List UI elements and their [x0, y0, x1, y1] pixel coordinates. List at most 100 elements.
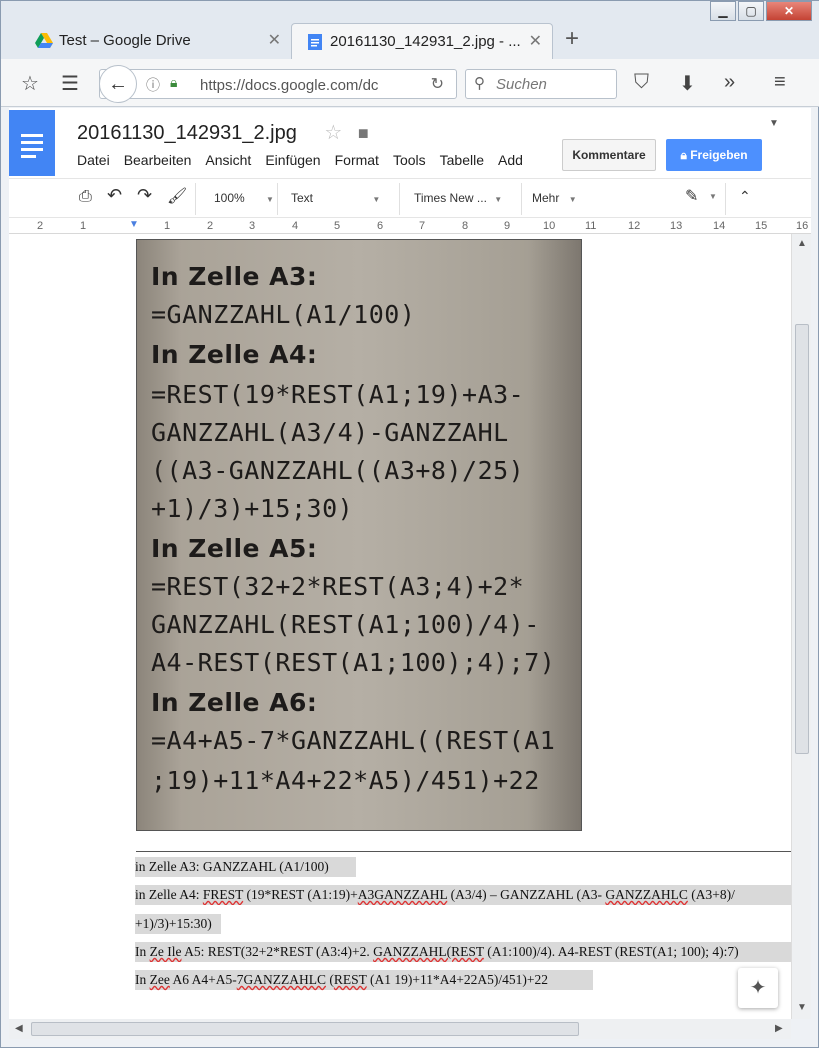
bookmark-star-icon[interactable]: ☆	[21, 71, 39, 96]
print-icon[interactable]: ⎙	[79, 188, 92, 206]
navigation-bar: ☆ ☰ ⓘ 🔒︎ https://docs.google.com/dc ↻ ← …	[1, 59, 819, 107]
paint-format-icon[interactable]: 🖌︎	[167, 186, 187, 206]
collapse-caret-icon[interactable]: ▼	[769, 118, 779, 129]
misspelled-word[interactable]: Zee	[150, 972, 170, 987]
misspelled-word[interactable]: REST	[334, 972, 367, 987]
style-select[interactable]: Text ▼	[291, 191, 380, 205]
reader-list-icon[interactable]: ☰	[61, 71, 79, 96]
misspelled-word[interactable]: FREST	[203, 887, 243, 902]
minimize-icon[interactable]: ▁	[710, 1, 736, 21]
download-icon[interactable]: ⬇	[679, 71, 696, 96]
google-drive-icon	[35, 33, 53, 48]
photo-formula-line: =REST(32+2*REST(A3;4)+2*	[151, 572, 525, 601]
folder-icon[interactable]: ■	[358, 123, 369, 143]
back-button[interactable]: ←	[99, 65, 137, 103]
scroll-down-icon[interactable]: ▼	[797, 1002, 807, 1013]
ocr-text: A5: REST(32+2*REST (A3:4)+2.	[181, 944, 374, 959]
ocr-text: (A3/4) – GANZZAHL (A3-	[447, 887, 606, 902]
misspelled-word[interactable]: Ze Ile	[150, 944, 182, 959]
document-canvas[interactable]: In Zelle A3: =GANZZAHL(A1/100) In Zelle …	[9, 234, 791, 1019]
photo-formula-line: A4-REST(REST(A1;100);4);7)	[151, 648, 556, 677]
ruler[interactable]: 2 1 ▼ 1 2 3 4 5 6 7 8 9 10 11 12 13 14 1…	[9, 218, 811, 234]
maximize-icon[interactable]: ▢	[738, 1, 764, 21]
close-window-icon[interactable]: ✕	[766, 1, 812, 21]
dropdown-caret-icon[interactable]: ▼	[709, 192, 717, 201]
horizontal-scroll-thumb[interactable]	[31, 1022, 579, 1036]
zoom-value: 100%	[214, 191, 245, 205]
collapse-toolbar-icon[interactable]: ⌃	[739, 188, 751, 205]
docs-logo-icon[interactable]	[9, 110, 55, 176]
photo-formula-line: =GANZZAHL(A1/100)	[151, 300, 416, 329]
ocr-text: (A3+8)/	[687, 887, 735, 902]
misspelled-word[interactable]: 7GANZZAHLC	[237, 972, 326, 987]
undo-icon[interactable]: ↶	[107, 185, 122, 206]
menu-ansicht[interactable]: Ansicht	[205, 152, 251, 168]
ocr-text: (19*REST (A1:19)+	[243, 887, 358, 902]
misspelled-word[interactable]: GANZZAHL(REST	[373, 944, 484, 959]
ruler-mark: 15	[755, 220, 768, 232]
vertical-scroll-thumb[interactable]	[795, 324, 809, 754]
menu-tools[interactable]: Tools	[393, 152, 426, 168]
photo-formula-line: GANZZAHL(A3/4)-GANZZAHL	[151, 418, 509, 447]
reload-icon[interactable]: ↻	[431, 74, 444, 94]
comments-button[interactable]: Kommentare	[562, 139, 656, 171]
edit-mode-pencil-icon[interactable]: ✎	[685, 186, 698, 206]
ocr-line[interactable]: in Zelle A4: FREST (19*REST (A1:19)+A3GA…	[135, 885, 791, 905]
dropdown-caret-icon: ▼	[372, 195, 381, 204]
ruler-mark: 6	[377, 220, 384, 232]
scroll-up-icon[interactable]: ▲	[797, 238, 807, 249]
dropdown-caret-icon: ▼	[266, 195, 274, 204]
style-value: Text	[291, 191, 314, 205]
hamburger-menu-icon[interactable]: ≡	[774, 71, 786, 94]
font-select[interactable]: Times New ... ▼	[414, 191, 502, 205]
share-button[interactable]: 🔒︎ Freigeben	[666, 139, 762, 171]
photo-formula-line: +1)/3)+15;30)	[151, 494, 354, 523]
ruler-mark: 13	[670, 220, 683, 232]
horizontal-scrollbar[interactable]: ◀ ▶	[9, 1019, 791, 1039]
close-tab-icon[interactable]: ✕	[529, 24, 542, 60]
menu-tabelle[interactable]: Tabelle	[440, 152, 484, 168]
zoom-select[interactable]: 100% ▼	[214, 191, 274, 205]
pocket-icon[interactable]: ⛉	[634, 71, 649, 94]
close-tab-icon[interactable]: ✕	[268, 23, 281, 59]
redo-icon[interactable]: ↷	[137, 185, 152, 206]
photo-formula-line: =A4+A5-7*GANZZAHL((REST(A1	[151, 726, 556, 755]
search-input[interactable]: ⚲ Suchen	[465, 69, 617, 99]
menu-datei[interactable]: Datei	[77, 152, 110, 168]
ruler-mark: 2	[37, 220, 44, 232]
document-title[interactable]: 20161130_142931_2.jpg ☆ ■	[77, 120, 369, 145]
misspelled-word[interactable]: GANZZAHLC	[605, 887, 688, 902]
tab-google-drive[interactable]: Test – Google Drive ✕	[21, 23, 291, 59]
misspelled-word[interactable]: A3GANZZAHL	[358, 887, 447, 902]
info-icon[interactable]: ⓘ	[146, 75, 160, 95]
url-text[interactable]: https://docs.google.com/dc	[200, 77, 412, 94]
scroll-right-icon[interactable]: ▶	[775, 1023, 783, 1034]
document-title-text[interactable]: 20161130_142931_2.jpg	[77, 122, 297, 144]
ruler-mark: 1	[164, 220, 171, 232]
scroll-left-icon[interactable]: ◀	[15, 1023, 23, 1034]
menu-format[interactable]: Format	[335, 152, 379, 168]
ocr-line[interactable]: In Zee A6 A4+A5-7GANZZAHLC (REST (A1 19)…	[135, 970, 593, 990]
ocr-text: in Zelle A4:	[135, 887, 203, 902]
ocr-line[interactable]: In Ze Ile A5: REST(32+2*REST (A3:4)+2. G…	[135, 942, 791, 962]
tab-bar: Test – Google Drive ✕ 20161130_142931_2.…	[1, 1, 819, 59]
tab-google-docs[interactable]: 20161130_142931_2.jpg - ... ✕	[291, 23, 553, 59]
vertical-scrollbar[interactable]: ▲ ▼	[791, 234, 811, 1019]
new-tab-icon[interactable]: +	[565, 25, 579, 53]
ocr-text: In	[135, 944, 150, 959]
star-icon[interactable]: ☆	[324, 122, 342, 144]
indent-marker-icon[interactable]: ▼	[129, 219, 139, 230]
tab-title: 20161130_142931_2.jpg - ...	[330, 33, 521, 50]
url-bar[interactable]: ⓘ 🔒︎ https://docs.google.com/dc ↻	[99, 69, 457, 99]
menu-bearbeiten[interactable]: Bearbeiten	[124, 152, 192, 168]
ruler-mark: 14	[713, 220, 726, 232]
overflow-chevron-icon[interactable]: »	[724, 71, 735, 94]
embedded-photo[interactable]: In Zelle A3: =GANZZAHL(A1/100) In Zelle …	[136, 239, 582, 831]
ocr-line[interactable]: in Zelle A3: GANZZAHL (A1/100)	[135, 857, 356, 877]
more-select[interactable]: Mehr ▼	[532, 191, 577, 205]
ruler-mark: 7	[419, 220, 426, 232]
menu-einfuegen[interactable]: Einfügen	[265, 152, 320, 168]
explore-icon[interactable]: ✦	[738, 968, 778, 1008]
menu-add-ons[interactable]: Add	[498, 152, 523, 168]
ocr-line[interactable]: +1)/3)+15:30)	[135, 914, 221, 934]
